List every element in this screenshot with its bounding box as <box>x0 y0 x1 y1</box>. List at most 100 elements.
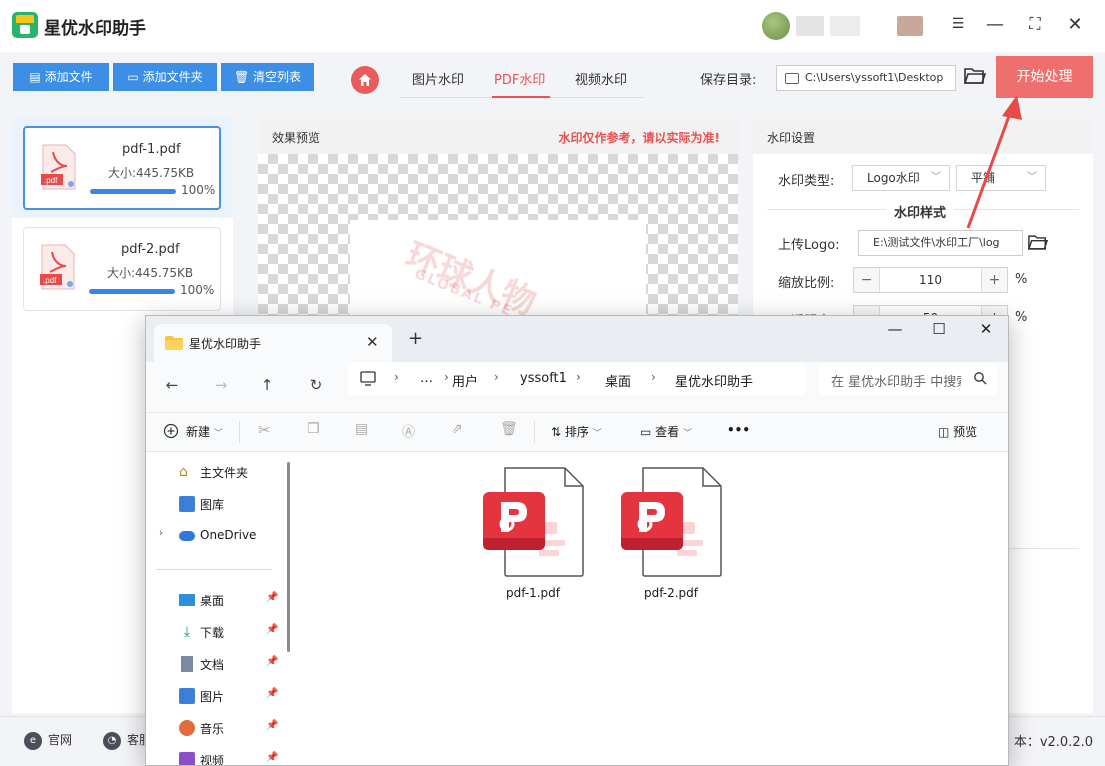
folder-icon <box>785 73 799 84</box>
back-arrow-icon[interactable]: ← <box>161 376 183 394</box>
tab-pdf-watermark[interactable]: PDF水印 <box>494 69 545 88</box>
paste-icon[interactable]: ▤ <box>355 421 368 437</box>
browse-folder-icon[interactable] <box>964 67 986 85</box>
upload-logo-input[interactable]: E:\测试文件\水印工厂\log <box>858 230 1023 256</box>
sidebar-item-desktop[interactable]: 桌面 📌 <box>146 587 286 613</box>
user-avatar[interactable] <box>762 12 790 40</box>
pin-icon[interactable]: 📌 <box>266 624 278 635</box>
explorer-sidebar: ⌂ 主文件夹 图库 › OneDrive 桌面 📌 ⤓ 下载 📌 文档 📌 图片… <box>146 452 291 765</box>
tab-image-watermark[interactable]: 图片水印 <box>412 69 464 88</box>
breadcrumb-current[interactable]: 星优水印助手 <box>675 371 753 390</box>
sidebar-item-videos[interactable]: 视频 📌 <box>146 747 286 765</box>
file-item-pdf-2[interactable]: pdf-2.pdf <box>611 466 731 606</box>
start-processing-button[interactable]: 开始处理 <box>996 56 1093 98</box>
add-file-label: 添加文件 <box>44 70 93 84</box>
file-item-pdf-1[interactable]: .pdf pdf-1.pdf 大小:445.75KB 100% <box>23 126 221 210</box>
explorer-tab[interactable]: 星优水印助手 ✕ <box>154 324 392 362</box>
tab-video-watermark[interactable]: 视频水印 <box>575 69 627 88</box>
scale-value[interactable]: 110 <box>880 268 981 292</box>
increment-button[interactable]: + <box>981 268 1007 292</box>
share-icon[interactable]: ⇗ <box>451 421 463 437</box>
up-arrow-icon[interactable]: ↑ <box>256 376 278 394</box>
version-text: 本：v2.0.2.0 <box>1013 735 1093 750</box>
more-options-button[interactable]: ••• <box>727 423 750 437</box>
pdf-file-icon <box>483 467 584 577</box>
pin-icon[interactable]: 📌 <box>266 592 278 603</box>
home-button[interactable] <box>351 66 379 94</box>
settings-header: 水印设置 <box>753 118 1093 154</box>
app-title: 星优水印助手 <box>44 19 146 39</box>
sidebar-item-label: 下载 <box>200 626 225 640</box>
add-folder-button[interactable]: ▭ 添加文件夹 <box>113 63 217 91</box>
menu-icon[interactable]: ☰ <box>947 16 969 32</box>
breadcrumb-more[interactable]: … <box>420 371 433 386</box>
sidebar-item-documents[interactable]: 文档 📌 <box>146 651 286 677</box>
minimize-icon[interactable]: — <box>884 320 906 338</box>
decrement-button[interactable]: − <box>854 268 880 292</box>
copy-icon[interactable]: ❐ <box>307 421 320 437</box>
forward-arrow-icon[interactable]: → <box>210 376 232 394</box>
sidebar-item-downloads[interactable]: ⤓ 下载 📌 <box>146 619 286 645</box>
file-item-pdf-2[interactable]: .pdf pdf-2.pdf 大小:445.75KB 100% <box>23 227 221 311</box>
sidebar-item-pictures[interactable]: 图片 📌 <box>146 683 286 709</box>
new-button[interactable]: 新建 ﹀ <box>186 423 223 440</box>
breadcrumb-users[interactable]: 用户 <box>452 371 478 390</box>
preview-title: 效果预览 <box>272 131 321 145</box>
search-input[interactable]: 在 星优水印助手 中搜索 <box>819 363 997 395</box>
layout-value: 平铺 <box>971 171 996 185</box>
delete-icon[interactable]: 🗑 <box>500 421 518 437</box>
sidebar-item-onedrive[interactable]: › OneDrive <box>146 523 286 549</box>
support-link[interactable]: ◔ 客服 <box>103 731 151 750</box>
watermark-type-select[interactable]: Logo水印 ﹀ <box>852 165 950 191</box>
progress-text: 100% <box>180 283 215 297</box>
ie-icon: e <box>24 731 42 750</box>
refresh-icon[interactable]: ↻ <box>305 376 327 394</box>
clear-list-button[interactable]: 🗑 清空列表 <box>221 63 314 91</box>
close-tab-icon[interactable]: ✕ <box>366 333 379 351</box>
maximize-icon[interactable]: ☐ <box>928 320 950 338</box>
website-link[interactable]: e 官网 <box>24 731 72 750</box>
pin-icon[interactable]: 📌 <box>266 688 278 699</box>
new-tab-icon[interactable]: + <box>408 328 423 349</box>
progress-fill <box>89 289 175 294</box>
preview-pane-button[interactable]: ◫ 预览 <box>938 423 977 440</box>
sidebar-scrollbar[interactable] <box>287 462 290 652</box>
pin-icon[interactable]: 📌 <box>266 752 278 763</box>
view-icon: ▭ <box>640 425 656 439</box>
explorer-tab-title: 星优水印助手 <box>189 337 262 351</box>
sort-button[interactable]: ⇅ 排序 ﹀ <box>551 423 602 440</box>
maximize-icon[interactable]: ⛶ <box>1024 14 1046 34</box>
breadcrumb-desktop[interactable]: 桌面 <box>605 371 631 390</box>
save-dir-label: 保存目录: <box>700 73 757 88</box>
close-icon[interactable]: ✕ <box>975 320 997 338</box>
address-bar[interactable]: › … › 用户 › yssoft1 › 桌面 › 星优水印助手 <box>348 363 806 395</box>
view-button[interactable]: ▭ 查看 ﹀ <box>640 423 692 440</box>
cut-icon[interactable]: ✂ <box>258 421 271 439</box>
gallery-icon <box>179 496 195 512</box>
sidebar-item-label: 主文件夹 <box>200 466 249 480</box>
pin-icon[interactable]: 📌 <box>266 720 278 731</box>
chevron-down-icon: ﹀ <box>1027 172 1037 183</box>
add-file-button[interactable]: ▤ 添加文件 <box>13 63 109 91</box>
sidebar-separator <box>156 569 272 570</box>
minimize-icon[interactable]: — <box>984 14 1006 35</box>
layout-select[interactable]: 平铺 ﹀ <box>956 165 1046 191</box>
pin-icon[interactable]: 📌 <box>266 656 278 667</box>
file-name: pdf-2.pdf <box>121 242 180 257</box>
sidebar-item-gallery[interactable]: 图库 <box>146 491 286 517</box>
close-icon[interactable]: ✕ <box>1064 14 1086 35</box>
svg-text:.pdf: .pdf <box>43 276 57 285</box>
scale-stepper[interactable]: − 110 + <box>853 267 1008 293</box>
sidebar-item-label: 桌面 <box>200 594 225 608</box>
sidebar-item-music[interactable]: 音乐 📌 <box>146 715 286 741</box>
sort-label: 排序 <box>564 425 589 439</box>
video-icon <box>179 752 195 765</box>
sidebar-item-home[interactable]: ⌂ 主文件夹 <box>146 459 286 485</box>
browse-logo-icon[interactable] <box>1028 234 1048 251</box>
save-dir-input[interactable]: C:\Users\yssoft1\Desktop <box>776 65 956 91</box>
preview-label: 预览 <box>953 425 978 439</box>
rename-icon[interactable]: Ⓐ <box>402 421 415 440</box>
breadcrumb-user[interactable]: yssoft1 <box>520 371 567 386</box>
music-icon <box>179 720 195 736</box>
file-item-pdf-1[interactable]: pdf-1.pdf <box>473 466 593 606</box>
